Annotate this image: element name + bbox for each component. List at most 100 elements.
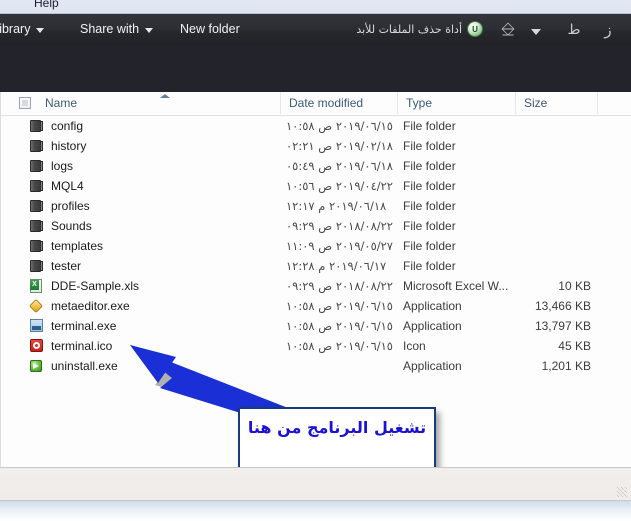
file-name-cell: terminal.exe: [29, 319, 279, 333]
file-type-cell: File folder: [403, 119, 515, 133]
file-name-cell: Sounds: [29, 219, 279, 233]
command-bar: n library Share with New folder U أداة ح…: [0, 14, 631, 47]
file-name-label: terminal.exe: [51, 319, 116, 333]
table-row[interactable]: logs ٢٠١٩/٠٦/١٨ ص ٠٥:٤٩ File folder: [1, 156, 631, 176]
file-name-cell: metaeditor.exe: [29, 299, 279, 313]
table-row[interactable]: config ٢٠١٩/٠٦/١٥ ص ١٠:٥٨ File folder: [1, 116, 631, 136]
status-bar: [0, 467, 631, 501]
uninstall-icon: [29, 359, 44, 373]
annotation-callout-text: تشغيل البرنامج من هنا: [248, 418, 426, 437]
file-date-cell: ٢٠١٩/٠٦/١٥ ص ١٠:٥٨: [286, 339, 398, 353]
folder-icon: [29, 219, 44, 233]
file-name-cell: logs: [29, 159, 279, 173]
help-icon[interactable]: ز: [597, 20, 619, 40]
table-row[interactable]: templates٢٠١٩/٠٥/٢٧ ص ١١:٠٩File folder: [1, 236, 631, 256]
file-name-label: Sounds: [51, 219, 92, 233]
file-name-cell: terminal.ico: [29, 339, 279, 353]
file-name-label: DDE-Sample.xls: [51, 279, 139, 293]
addon-toolbar-button[interactable]: U أداة حذف الملفات للأبد: [356, 21, 483, 37]
column-header-date-modified[interactable]: Date modified: [281, 92, 398, 114]
file-type-cell: Microsoft Excel W...: [403, 279, 515, 293]
file-type-cell: File folder: [403, 159, 515, 173]
file-name-cell: profiles: [29, 199, 279, 213]
explorer-window: Help n library Share with New folder U أ…: [0, 0, 631, 521]
window-footer: [0, 501, 631, 521]
file-type-cell: File folder: [403, 219, 515, 233]
file-name-label: logs: [51, 159, 73, 173]
column-header-size[interactable]: Size: [516, 92, 598, 114]
menu-bar: Help: [0, 0, 631, 14]
table-row[interactable]: MQL4٢٠١٩/٠٤/٢٢ ص ١٠:٥٦File folder: [1, 176, 631, 196]
resize-grip-icon[interactable]: [617, 487, 627, 497]
file-type-cell: File folder: [403, 139, 515, 153]
terminal-app-icon: [29, 319, 44, 333]
file-date-cell: ٢٠١٩/٠٢/١٨ ص ٠٢:٢١: [286, 139, 398, 153]
include-in-library-button[interactable]: n library: [0, 22, 44, 36]
file-name-label: config: [51, 119, 83, 133]
chevron-down-icon[interactable]: [525, 20, 547, 40]
table-row[interactable]: tester ٢٠١٩/٠٦/١٧ م ١٢:٢٨ File folder: [1, 256, 631, 276]
file-type-cell: File folder: [403, 239, 515, 253]
file-name-label: templates: [51, 239, 103, 253]
file-size-cell: 10 KB: [509, 279, 591, 293]
column-header-name[interactable]: Name: [17, 92, 281, 114]
column-header-name-label: Name: [45, 96, 77, 110]
view-layout-icon[interactable]: ⎒: [497, 20, 519, 40]
menu-item-help[interactable]: Help: [34, 0, 59, 10]
terminal-ico-icon: [29, 339, 44, 353]
file-name-label: terminal.ico: [51, 339, 112, 353]
table-row[interactable]: terminal.ico ٢٠١٩/٠٦/١٥ ص ١٠:٥٨ Icon45 KB: [1, 336, 631, 356]
table-row[interactable]: Sounds ٢٠١٨/٠٨/٢٢ ص ٠٩:٢٩ File folder: [1, 216, 631, 236]
table-row[interactable]: profiles٢٠١٩/٠٦/١٨ م ١٢:١٧File folder: [1, 196, 631, 216]
table-row[interactable]: uninstall.exe Application1,201 KB: [1, 356, 631, 376]
file-date-cell: ٢٠١٩/٠٦/١٧ م ١٢:٢٨: [286, 259, 398, 273]
share-with-label: Share with: [80, 22, 139, 36]
file-name-label: profiles: [51, 199, 90, 213]
table-row[interactable]: terminal.exe٢٠١٩/٠٦/١٥ ص ١٠:٥٨Applicatio…: [1, 316, 631, 336]
file-type-cell: Application: [403, 299, 515, 313]
chevron-down-icon: [36, 28, 44, 33]
file-name-label: uninstall.exe: [51, 359, 118, 373]
folder-icon: [29, 119, 44, 133]
file-rows: config٢٠١٩/٠٦/١٥ ص ١٠:٥٨File folderhisto…: [1, 116, 631, 376]
file-type-cell: File folder: [403, 199, 515, 213]
file-name-cell: templates: [29, 239, 279, 253]
table-row[interactable]: history ٢٠١٩/٠٢/١٨ ص ٠٢:٢١ File folder: [1, 136, 631, 156]
folder-icon: [29, 239, 44, 253]
file-date-cell: ٢٠١٨/٠٨/٢٢ ص ٠٩:٢٩: [286, 279, 398, 293]
file-size-cell: 1,201 KB: [509, 359, 591, 373]
file-name-cell: config: [29, 119, 279, 133]
chevron-down-icon: [145, 28, 153, 33]
file-date-cell: ٢٠١٩/٠٦/١٥ ص ١٠:٥٨: [286, 319, 398, 333]
column-header-type[interactable]: Type: [398, 92, 516, 114]
excel-file-icon: [29, 279, 44, 293]
file-size-cell: 13,466 KB: [509, 299, 591, 313]
addon-badge-icon: U: [467, 21, 483, 37]
new-folder-button[interactable]: New folder: [180, 22, 240, 36]
metaeditor-icon: [29, 299, 44, 313]
table-row[interactable]: DDE-Sample.xls ٢٠١٨/٠٨/٢٢ ص ٠٩:٢٩ Microsof…: [1, 276, 631, 296]
file-type-cell: Application: [403, 359, 515, 373]
file-date-cell: ٢٠١٩/٠٦/١٨ ص ٠٥:٤٩: [286, 159, 398, 173]
file-name-cell: uninstall.exe: [29, 359, 279, 373]
file-date-cell: ٢٠١٩/٠٤/٢٢ ص ١٠:٥٦: [286, 179, 398, 193]
file-name-cell: MQL4: [29, 179, 279, 193]
file-size-cell: 13,797 KB: [509, 319, 591, 333]
file-name-cell: tester: [29, 259, 279, 273]
folder-icon: [29, 199, 44, 213]
file-name-cell: history: [29, 139, 279, 153]
preview-pane-icon[interactable]: ط: [563, 20, 585, 40]
addon-label: أداة حذف الملفات للأبد: [356, 23, 462, 36]
file-date-cell: ٢٠١٨/٠٨/٢٢ ص ٠٩:٢٩: [286, 219, 398, 233]
include-in-library-label: n library: [0, 22, 30, 36]
table-row[interactable]: metaeditor.exe٢٠١٩/٠٦/١٥ ص ١٠:٥٨Applicat…: [1, 296, 631, 316]
share-with-button[interactable]: Share with: [80, 22, 153, 36]
file-size-cell: 45 KB: [509, 339, 591, 353]
file-name-label: metaeditor.exe: [51, 299, 130, 313]
sort-ascending-icon: [160, 94, 170, 98]
column-header-row: Name Date modified Type Size: [1, 92, 631, 116]
file-date-cell: ٢٠١٩/٠٦/١٥ ص ١٠:٥٨: [286, 119, 398, 133]
file-type-cell: File folder: [403, 259, 515, 273]
file-name-label: history: [51, 139, 86, 153]
file-type-cell: Icon: [403, 339, 515, 353]
